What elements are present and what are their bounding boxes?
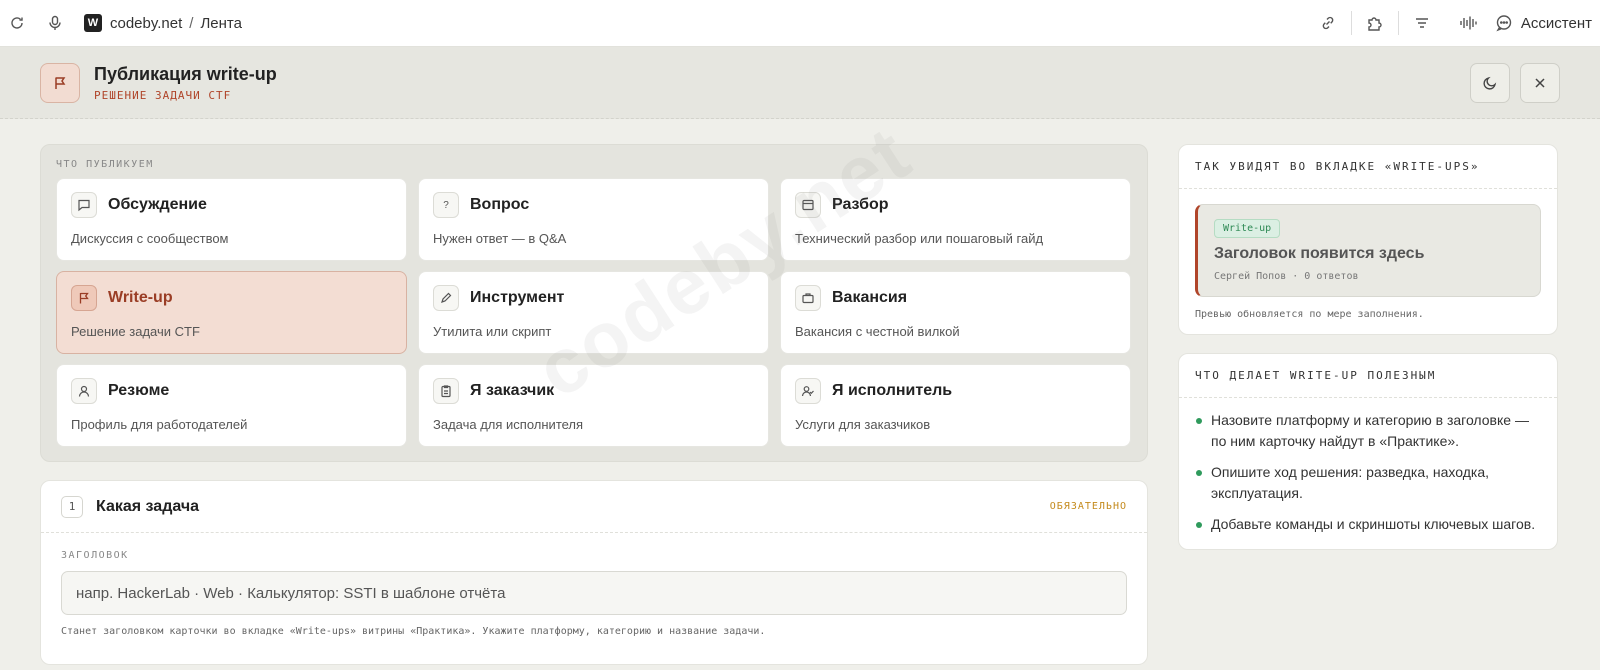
assistant-button[interactable]: Ассистент <box>1495 14 1592 32</box>
preview-title: Заголовок появится здесь <box>1214 245 1425 262</box>
browser-right-controls: Ассистент <box>1305 0 1600 46</box>
theme-toggle-button[interactable] <box>1470 62 1510 103</box>
type-card-write-up[interactable]: Write-up Решение задачи CTF <box>56 271 407 354</box>
publication-type-panel: ЧТО ПУБЛИКУЕМ Обсуждение Дискуссия с соо… <box>40 144 1148 462</box>
type-card-description: Профиль для работодателей <box>71 417 248 432</box>
microphone-icon[interactable] <box>44 12 66 34</box>
flag-icon <box>40 62 80 103</box>
extension-icon[interactable] <box>1364 12 1386 34</box>
address-bar[interactable]: W codeby.net / Лента <box>84 14 242 32</box>
site-favicon-icon: W <box>84 14 102 32</box>
reader-mode-icon[interactable] <box>1411 12 1433 34</box>
type-card-title: Обсуждение <box>108 196 207 213</box>
reload-icon[interactable] <box>6 12 28 34</box>
type-card-description: Технический разбор или пошаговый гайд <box>795 231 1044 246</box>
close-button[interactable] <box>1520 62 1560 103</box>
moon-icon <box>1483 76 1497 90</box>
step-number-badge: 1 <box>61 495 83 518</box>
type-card-description: Вакансия с честной вилкой <box>795 324 960 339</box>
task-section-title: Какая задача <box>96 497 200 515</box>
title-input[interactable] <box>61 571 1127 615</box>
type-card-title: Вакансия <box>832 289 908 306</box>
link-icon[interactable] <box>1317 12 1339 34</box>
type-card-analysis[interactable]: Разбор Технический разбор или пошаговый … <box>780 178 1131 261</box>
type-card-description: Услуги для заказчиков <box>795 417 931 432</box>
type-card-description: Задача для исполнителя <box>433 417 584 432</box>
type-card-description: Дискуссия с сообществом <box>71 231 229 246</box>
pencil-icon <box>433 285 459 311</box>
type-card-question[interactable]: ? Вопрос Нужен ответ — в Q&A <box>418 178 769 261</box>
address-separator: / <box>189 14 194 32</box>
preview-meta: Сергей Попов · 0 ответов <box>1214 271 1359 282</box>
publication-type-label: ЧТО ПУБЛИКУЕМ <box>56 159 154 170</box>
title-field-hint: Станет заголовком карточки во вкладке «W… <box>61 626 766 637</box>
type-card-customer[interactable]: Я заказчик Задача для исполнителя <box>418 364 769 447</box>
user-check-icon <box>795 378 821 404</box>
page-name: Лента <box>200 14 242 32</box>
tips-card: ЧТО ДЕЛАЕТ WRITE-UP ПОЛЕЗНЫМ Назовите пл… <box>1178 353 1558 550</box>
list-item: Добавьте команды и скриншоты ключевых ша… <box>1195 514 1541 535</box>
task-section: 1 Какая задача ОБЯЗАТЕЛЬНО ЗАГОЛОВОК Ста… <box>40 480 1148 665</box>
write-up-preview: Write-up Заголовок появится здесь Сергей… <box>1195 204 1541 297</box>
publication-type-grid: Обсуждение Дискуссия с сообществом ? Воп… <box>56 178 1131 447</box>
type-card-resume[interactable]: Резюме Профиль для работодателей <box>56 364 407 447</box>
toolbar-divider <box>1350 11 1352 35</box>
type-card-title: Резюме <box>108 382 170 399</box>
preview-note: Превью обновляется по мере заполнения. <box>1195 309 1424 320</box>
list-item: Назовите платформу и категорию в заголов… <box>1195 410 1541 452</box>
preview-card: ТАК УВИДЯТ ВО ВКЛАДКЕ «WRITE-UPS» Write-… <box>1178 144 1558 335</box>
write-up-badge: Write-up <box>1214 219 1281 238</box>
type-card-title: Вопрос <box>470 196 530 213</box>
browser-left-controls <box>6 12 66 34</box>
main-content: ЧТО ПУБЛИКУЕМ Обсуждение Дискуссия с соо… <box>0 119 1600 665</box>
type-card-title: Я заказчик <box>470 382 555 399</box>
tips-heading: ЧТО ДЕЛАЕТ WRITE-UP ПОЛЕЗНЫМ <box>1179 354 1557 398</box>
tips-list: Назовите платформу и категорию в заголов… <box>1179 398 1557 549</box>
assistant-chat-icon <box>1496 15 1512 32</box>
question-icon: ? <box>433 192 459 218</box>
right-column: ТАК УВИДЯТ ВО ВКЛАДКЕ «WRITE-UPS» Write-… <box>1178 144 1558 665</box>
required-badge: ОБЯЗАТЕЛЬНО <box>1049 501 1127 512</box>
clipboard-icon <box>433 378 459 404</box>
type-card-contractor[interactable]: Я исполнитель Услуги для заказчиков <box>780 364 1131 447</box>
type-card-description: Утилита или скрипт <box>433 324 552 339</box>
site-domain: codeby.net <box>110 14 183 32</box>
type-card-title: Я исполнитель <box>832 382 953 399</box>
type-card-title: Разбор <box>832 196 889 213</box>
preview-heading: ТАК УВИДЯТ ВО ВКЛАДКЕ «WRITE-UPS» <box>1179 145 1557 189</box>
browser-toolbar: W codeby.net / Лента Ассистент <box>0 0 1600 47</box>
type-card-title: Write-up <box>108 289 173 306</box>
left-column: ЧТО ПУБЛИКУЕМ Обсуждение Дискуссия с соо… <box>40 144 1148 665</box>
type-card-tool[interactable]: Инструмент Утилита или скрипт <box>418 271 769 354</box>
task-section-header: 1 Какая задача ОБЯЗАТЕЛЬНО <box>41 481 1147 533</box>
close-icon <box>1535 77 1545 88</box>
voice-wave-icon[interactable] <box>1457 12 1479 34</box>
page-title: Публикация write-up <box>94 63 277 84</box>
chat-icon <box>71 192 97 218</box>
type-card-description: Решение задачи CTF <box>71 324 200 339</box>
type-card-vacancy[interactable]: Вакансия Вакансия с честной вилкой <box>780 271 1131 354</box>
window-icon <box>795 192 821 218</box>
page-subtitle: РЕШЕНИЕ ЗАДАЧИ CTF <box>94 88 232 102</box>
title-field-label: ЗАГОЛОВОК <box>61 550 129 561</box>
assistant-label: Ассистент <box>1520 14 1592 32</box>
page-header: Публикация write-up РЕШЕНИЕ ЗАДАЧИ CTF <box>0 47 1600 119</box>
briefcase-icon <box>795 285 821 311</box>
user-icon <box>71 378 97 404</box>
flag-icon <box>71 285 97 311</box>
type-card-discussion[interactable]: Обсуждение Дискуссия с сообществом <box>56 178 407 261</box>
type-card-title: Инструмент <box>470 289 565 306</box>
type-card-description: Нужен ответ — в Q&A <box>433 231 567 246</box>
toolbar-divider <box>1397 11 1399 35</box>
list-item: Опишите ход решения: разведка, находка, … <box>1195 462 1541 504</box>
